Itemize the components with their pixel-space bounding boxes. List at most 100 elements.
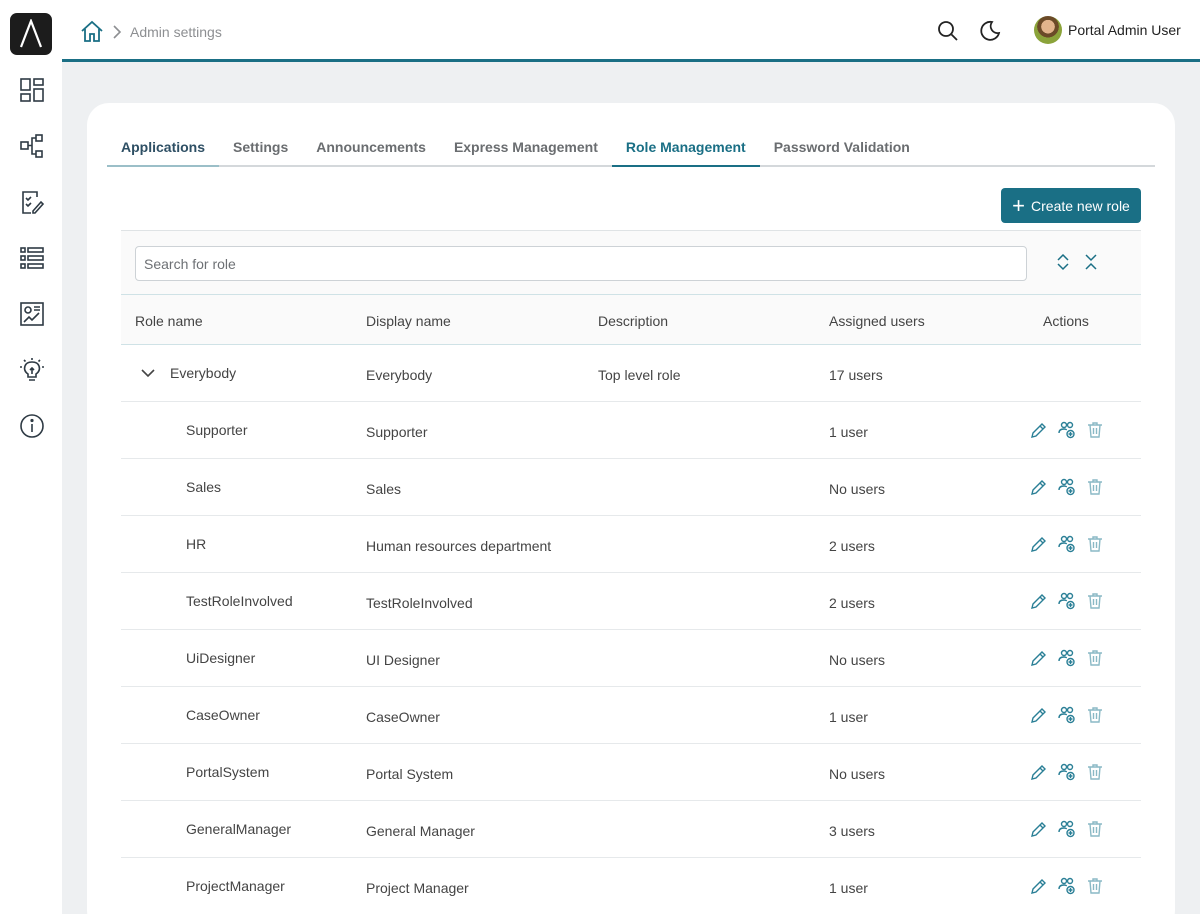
statistics-icon[interactable] (17, 299, 47, 329)
display-name: Supporter (366, 424, 428, 440)
search-icon[interactable] (936, 19, 960, 43)
process-icon[interactable] (17, 131, 47, 161)
assign-users-icon[interactable] (1057, 705, 1077, 725)
table-row[interactable]: Supporter Supporter 1 user (121, 402, 1141, 459)
delete-icon[interactable] (1085, 876, 1105, 896)
edit-icon[interactable] (1029, 477, 1049, 497)
table-row[interactable]: HR Human resources department 2 users (121, 516, 1141, 573)
table-row[interactable]: Everybody Everybody Top level role 17 us… (121, 345, 1141, 402)
delete-icon[interactable] (1085, 534, 1105, 554)
lightbulb-icon[interactable] (17, 355, 47, 385)
assign-users-icon[interactable] (1057, 648, 1077, 668)
tab-express-management[interactable]: Express Management (440, 129, 612, 167)
row-actions (1029, 762, 1105, 782)
display-name: Portal System (366, 766, 454, 782)
breadcrumb: Admin settings (130, 24, 222, 40)
tab-applications[interactable]: Applications (107, 129, 220, 167)
chevron-down-icon[interactable] (139, 364, 157, 382)
left-nav (0, 0, 62, 914)
logo-icon (19, 19, 43, 48)
table-row[interactable]: TestRoleInvolved TestRoleInvolved 2 user… (121, 573, 1141, 630)
assigned-users: 1 user (829, 709, 868, 725)
tab-role-management[interactable]: Role Management (611, 129, 760, 167)
delete-icon[interactable] (1085, 705, 1105, 725)
tab-announcements[interactable]: Announcements (302, 129, 440, 167)
tab-bar: Applications Settings Announcements Expr… (107, 129, 1155, 167)
header-role-name[interactable]: Role name (135, 313, 203, 329)
assigned-users: 1 user (829, 880, 868, 896)
assign-users-icon[interactable] (1057, 591, 1077, 611)
search-role-input[interactable] (135, 246, 1027, 281)
role-name: Sales (186, 479, 222, 495)
dark-mode-icon[interactable] (978, 19, 1002, 43)
delete-icon[interactable] (1085, 819, 1105, 839)
role-name: HR (186, 536, 207, 552)
table-row[interactable]: PortalSystem Portal System No users (121, 744, 1141, 801)
create-new-role-label: Create new role (1031, 197, 1130, 214)
table-row[interactable]: CaseOwner CaseOwner 1 user (121, 687, 1141, 744)
role-name: Everybody (170, 365, 237, 381)
role-name: ProjectManager (186, 878, 285, 894)
edit-icon[interactable] (1029, 819, 1049, 839)
edit-icon[interactable] (1029, 591, 1049, 611)
info-icon[interactable] (17, 411, 47, 441)
dashboard-icon[interactable] (17, 75, 47, 105)
home-icon[interactable] (80, 20, 104, 44)
edit-icon[interactable] (1029, 420, 1049, 440)
row-actions (1029, 705, 1105, 725)
row-actions (1029, 591, 1105, 611)
role-name: PortalSystem (186, 764, 270, 780)
display-name: UI Designer (366, 652, 440, 668)
header-description[interactable]: Description (598, 313, 668, 329)
edit-icon[interactable] (1029, 705, 1049, 725)
header-actions: Actions (1043, 313, 1089, 329)
assigned-users: 1 user (829, 424, 868, 440)
admin-settings-card: Applications Settings Announcements Expr… (87, 103, 1175, 914)
role-name: CaseOwner (186, 707, 260, 723)
display-name: Sales (366, 481, 402, 497)
assign-users-icon[interactable] (1057, 534, 1077, 554)
user-name: Portal Admin User (1068, 22, 1181, 38)
assign-users-icon[interactable] (1057, 420, 1077, 440)
delete-icon[interactable] (1085, 762, 1105, 782)
display-name: General Manager (366, 823, 475, 839)
user-menu[interactable]: Portal Admin User (1034, 15, 1181, 45)
app-logo[interactable] (10, 13, 52, 55)
edit-icon[interactable] (1029, 762, 1049, 782)
display-name: Everybody (366, 367, 433, 383)
table-row[interactable]: GeneralManager General Manager 3 users (121, 801, 1141, 858)
tasks-icon[interactable] (17, 187, 47, 217)
edit-icon[interactable] (1029, 534, 1049, 554)
collapse-all-icon[interactable] (1081, 252, 1101, 272)
list-icon[interactable] (17, 243, 47, 273)
assigned-users: 17 users (829, 367, 883, 383)
display-name: CaseOwner (366, 709, 440, 725)
edit-icon[interactable] (1029, 876, 1049, 896)
delete-icon[interactable] (1085, 591, 1105, 611)
assign-users-icon[interactable] (1057, 477, 1077, 497)
create-new-role-button[interactable]: + Create new role (1001, 188, 1141, 223)
description: Top level role (598, 367, 681, 383)
header-display-name[interactable]: Display name (366, 313, 451, 329)
assign-users-icon[interactable] (1057, 876, 1077, 896)
filter-bar (121, 230, 1141, 295)
assign-users-icon[interactable] (1057, 819, 1077, 839)
table-row[interactable]: ProjectManager Project Manager 1 user (121, 858, 1141, 914)
row-actions (1029, 648, 1105, 668)
assigned-users: 3 users (829, 823, 875, 839)
table-row[interactable]: Sales Sales No users (121, 459, 1141, 516)
assign-users-icon[interactable] (1057, 762, 1077, 782)
expand-all-icon[interactable] (1053, 252, 1073, 272)
display-name: Human resources department (366, 538, 552, 554)
table-row[interactable]: UiDesigner UI Designer No users (121, 630, 1141, 687)
edit-icon[interactable] (1029, 648, 1049, 668)
delete-icon[interactable] (1085, 648, 1105, 668)
delete-icon[interactable] (1085, 477, 1105, 497)
row-actions (1029, 420, 1105, 440)
header-assigned-users[interactable]: Assigned users (829, 313, 925, 329)
delete-icon[interactable] (1085, 420, 1105, 440)
row-actions (1029, 477, 1105, 497)
tab-password-validation[interactable]: Password Validation (760, 129, 924, 167)
tab-settings[interactable]: Settings (219, 129, 302, 167)
avatar (1034, 16, 1062, 44)
